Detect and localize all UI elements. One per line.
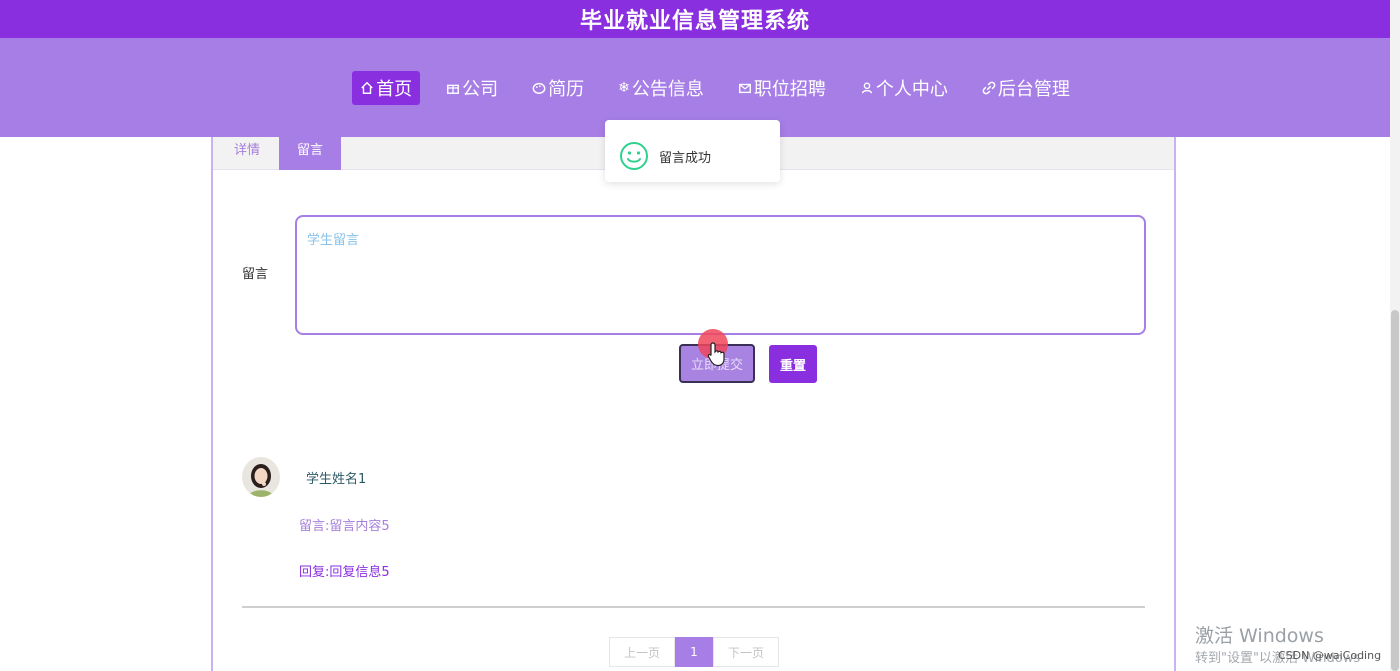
divider: [242, 606, 1145, 608]
site-title: 毕业就业信息管理系统: [579, 9, 810, 34]
nav-item-home[interactable]: 首页: [352, 70, 421, 105]
tab-detail[interactable]: 详情: [215, 137, 279, 170]
nav-item-label: 简历: [548, 78, 585, 100]
comment-reply: 回复:回复信息5: [299, 565, 390, 580]
snowflake-icon: ❄: [618, 79, 630, 96]
avatar: [242, 457, 280, 497]
prev-page-button[interactable]: 上一页: [609, 637, 675, 667]
nav-item-label: 后台管理: [997, 78, 1070, 100]
nav-item-label: 公司: [462, 78, 499, 100]
comment-author: 学生姓名1: [306, 472, 367, 487]
message-textarea[interactable]: [295, 215, 1146, 335]
tab-message[interactable]: 留言: [279, 137, 341, 170]
nav-item-job-recruitment[interactable]: 职位招聘: [730, 71, 834, 105]
nav-item-label: 个人中心: [875, 78, 948, 100]
nav-item-label: 职位招聘: [753, 78, 826, 100]
reset-button[interactable]: 重置: [769, 345, 817, 383]
mail-icon: [738, 83, 751, 93]
link-icon: [982, 81, 996, 94]
message-label: 留言: [242, 267, 269, 282]
user-icon: [861, 81, 872, 93]
hand-cursor-icon: [707, 342, 725, 367]
activation-watermark-title: 激活 Windows: [1195, 625, 1324, 647]
nav-item-resume[interactable]: 简历: [524, 71, 592, 105]
nav-item-label: 公告信息: [631, 78, 704, 100]
nav-item-admin[interactable]: 后台管理: [974, 71, 1078, 105]
pagination: 上一页 1 下一页: [609, 637, 779, 667]
toast-message: 留言成功: [659, 150, 712, 166]
title-bar: 毕业就业信息管理系统: [0, 0, 1390, 38]
nav-item-personal-center[interactable]: 个人中心: [852, 71, 956, 105]
nav-item-label: 首页: [376, 78, 413, 100]
csdn-watermark: CSDN @waiCoding: [1278, 649, 1382, 662]
comment-content: 留言:留言内容5: [299, 519, 390, 534]
nav-item-announcements[interactable]: ❄ 公告信息: [610, 71, 712, 105]
gift-icon: [447, 84, 460, 94]
page-number-current[interactable]: 1: [675, 637, 713, 667]
success-toast: 留言成功: [605, 120, 780, 182]
content-panel: 详情 留言 留言 立即提交 重置 学生姓名1 留言:留言内容5 回复:回复信息5…: [211, 137, 1176, 671]
next-page-button[interactable]: 下一页: [713, 637, 779, 667]
scrollbar-thumb[interactable]: [1391, 310, 1399, 671]
nav-item-company[interactable]: 公司: [438, 71, 506, 105]
palette-icon: [532, 82, 546, 94]
home-icon: [361, 81, 373, 94]
page-scrollbar[interactable]: [1390, 0, 1400, 671]
smile-icon: [620, 142, 648, 170]
